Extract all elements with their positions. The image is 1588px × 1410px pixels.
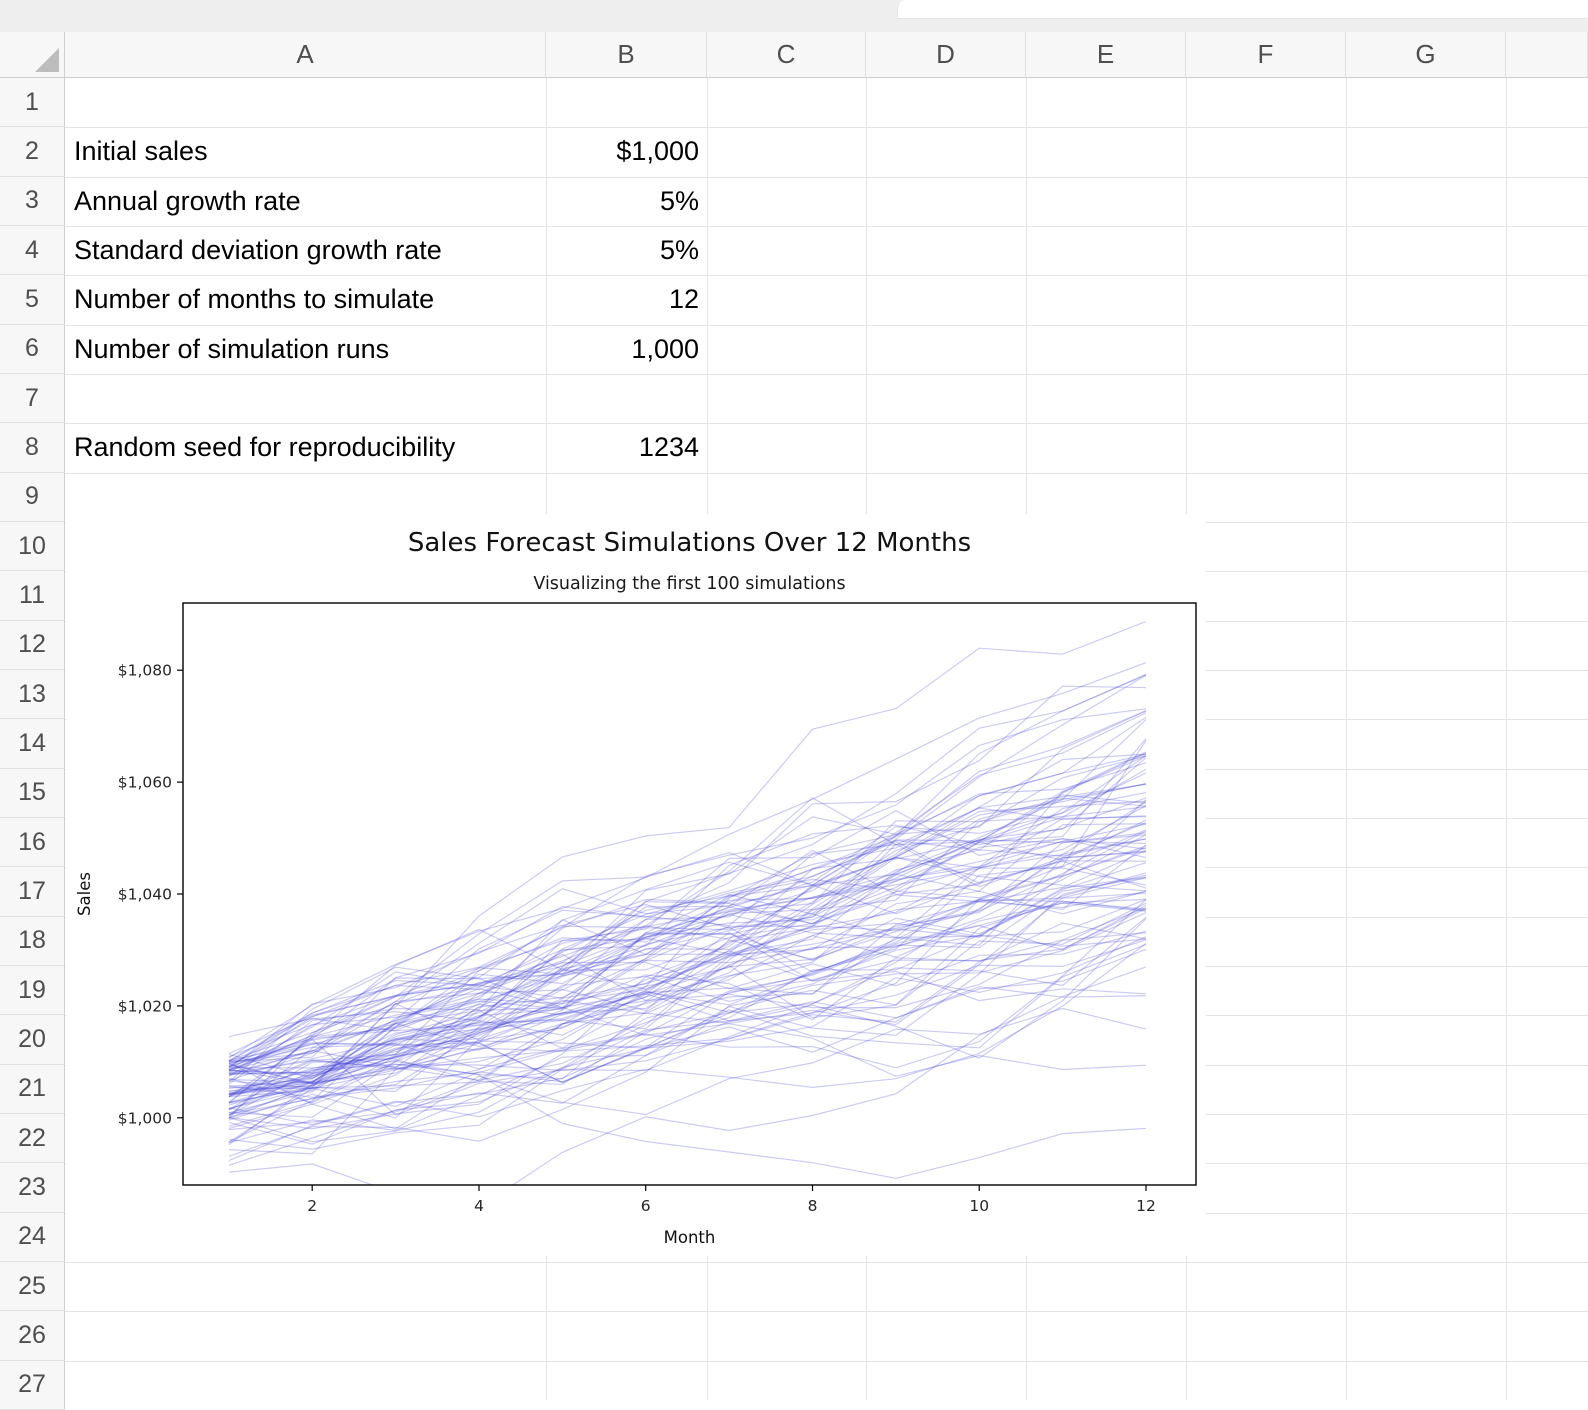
row-header-14[interactable]: 14: [0, 719, 65, 768]
cell-A6[interactable]: Number of simulation runs: [65, 325, 546, 374]
cell-B4[interactable]: 5%: [546, 226, 707, 275]
column-header-A[interactable]: A: [65, 32, 546, 78]
svg-text:$1,080: $1,080: [118, 662, 172, 680]
column-header-G[interactable]: G: [1346, 32, 1506, 78]
gridline-horizontal: [65, 1311, 1588, 1312]
row-header-8[interactable]: 8: [0, 423, 65, 472]
svg-text:12: 12: [1136, 1197, 1156, 1215]
cell-B2[interactable]: $1,000: [546, 127, 707, 176]
select-all-corner[interactable]: [0, 32, 65, 78]
row-header-12[interactable]: 12: [0, 621, 65, 670]
row-header-13[interactable]: 13: [0, 670, 65, 719]
row-header-23[interactable]: 23: [0, 1163, 65, 1212]
row-header-26[interactable]: 26: [0, 1311, 65, 1360]
cell-A8[interactable]: Random seed for reproducibility: [65, 423, 546, 472]
column-header-B[interactable]: B: [546, 32, 707, 78]
row-header-2[interactable]: 2: [0, 127, 65, 176]
row-header-7[interactable]: 7: [0, 374, 65, 423]
cell-B8[interactable]: 1234: [546, 423, 707, 472]
embedded-chart[interactable]: Sales Forecast Simulations Over 12 Month…: [66, 514, 1206, 1256]
column-header-F[interactable]: F: [1186, 32, 1346, 78]
chart-plot: 2 4 6 8 10 12 $1,000 $1,020 $1,040 $1,060 $1,080 Mo…: [66, 514, 1206, 1256]
top-strip: [0, 0, 1588, 32]
row-header-25[interactable]: 25: [0, 1262, 65, 1311]
column-header-D[interactable]: D: [866, 32, 1026, 78]
row-header-4[interactable]: 4: [0, 226, 65, 275]
row-header-6[interactable]: 6: [0, 325, 65, 374]
cell-B3[interactable]: 5%: [546, 177, 707, 226]
cell-A3[interactable]: Annual growth rate: [65, 177, 546, 226]
row-header-18[interactable]: 18: [0, 917, 65, 966]
gridline-horizontal: [65, 1262, 1588, 1263]
row-header-20[interactable]: 20: [0, 1015, 65, 1064]
svg-text:4: 4: [474, 1197, 484, 1215]
svg-text:$1,020: $1,020: [118, 997, 172, 1015]
cell-B6[interactable]: 1,000: [546, 325, 707, 374]
cell-A2[interactable]: Initial sales: [65, 127, 546, 176]
svg-text:10: 10: [969, 1197, 989, 1215]
row-header-1[interactable]: 1: [0, 78, 65, 127]
cell-A5[interactable]: Number of months to simulate: [65, 275, 546, 324]
column-header-E[interactable]: E: [1026, 32, 1186, 78]
row-header-5[interactable]: 5: [0, 275, 65, 324]
gridline-horizontal: [65, 473, 1588, 474]
simulation-lines: [229, 622, 1146, 1208]
row-header-27[interactable]: 27: [0, 1361, 65, 1410]
column-header-C[interactable]: C: [707, 32, 866, 78]
gridline-horizontal: [65, 1361, 1588, 1362]
gridline-horizontal: [65, 374, 1588, 375]
svg-text:$1,060: $1,060: [118, 774, 172, 792]
row-header-3[interactable]: 3: [0, 177, 65, 226]
row-header-22[interactable]: 22: [0, 1114, 65, 1163]
svg-text:8: 8: [808, 1197, 818, 1215]
svg-text:6: 6: [641, 1197, 651, 1215]
floating-panel-corner: [897, 0, 1588, 19]
row-header-19[interactable]: 19: [0, 966, 65, 1015]
select-all-triangle-icon: [35, 48, 59, 72]
column-header-partial[interactable]: [1506, 32, 1588, 78]
svg-text:Sales: Sales: [75, 872, 94, 916]
svg-text:Month: Month: [664, 1228, 716, 1247]
cell-B5[interactable]: 12: [546, 275, 707, 324]
row-header-16[interactable]: 16: [0, 818, 65, 867]
row-header-17[interactable]: 17: [0, 867, 65, 916]
row-header-11[interactable]: 11: [0, 571, 65, 620]
svg-text:$1,040: $1,040: [118, 886, 172, 904]
row-header-9[interactable]: 9: [0, 473, 65, 522]
svg-text:$1,000: $1,000: [118, 1109, 172, 1127]
row-header-21[interactable]: 21: [0, 1065, 65, 1114]
row-header-10[interactable]: 10: [0, 522, 65, 571]
svg-text:2: 2: [307, 1197, 317, 1215]
row-header-24[interactable]: 24: [0, 1213, 65, 1262]
row-header-15[interactable]: 15: [0, 769, 65, 818]
cell-A4[interactable]: Standard deviation growth rate: [65, 226, 546, 275]
